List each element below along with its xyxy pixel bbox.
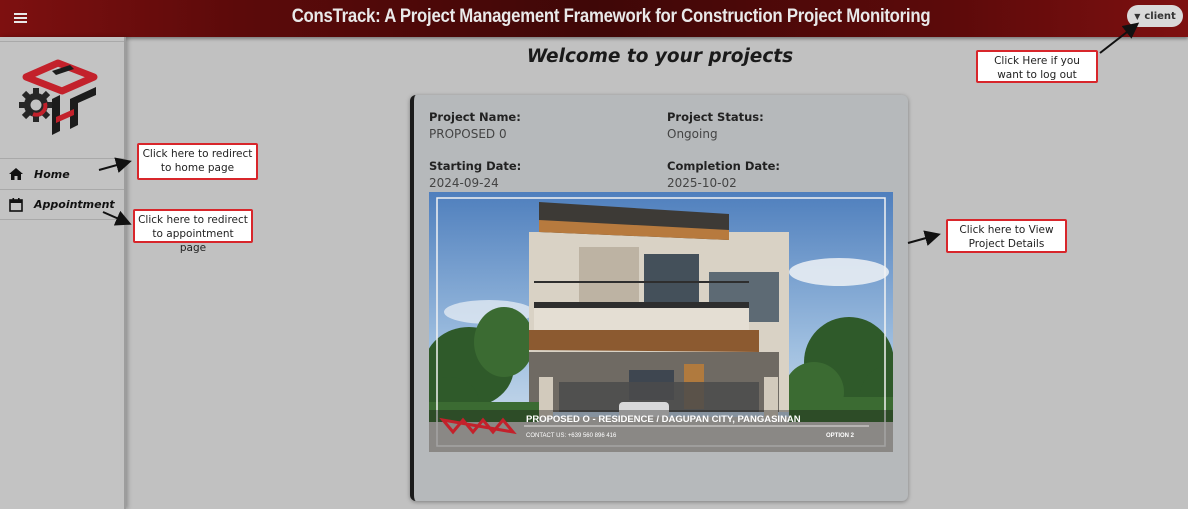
sidebar-item-home[interactable]: Home [0,158,124,189]
app-header: ConsTrack: A Project Management Framewor… [0,0,1188,37]
app-title: ConsTrack: A Project Management Framewor… [291,5,931,27]
image-contact: CONTACT US: +639 560 896 416 [526,433,617,439]
chevron-down-icon: ▼ [1134,11,1141,21]
image-caption: PROPOSED O - RESIDENCE / DAGUPAN CITY, P… [526,414,801,425]
sidebar-item-label: Appointment [34,198,115,211]
sidebar-item-label: Home [34,167,70,181]
project-name-value: PROPOSED 0 [429,127,507,141]
menu-icon[interactable] [12,9,34,27]
project-status-label: Project Status: [667,110,764,124]
starting-date-field: Starting Date: 2024-09-24 [429,159,521,190]
image-option: OPTION 2 [826,433,855,439]
annotation-project-details: Click here to View Project Details [946,219,1067,253]
calendar-icon [9,197,23,212]
project-status-field: Project Status: Ongoing [667,110,764,141]
completion-date-label: Completion Date: [667,159,781,173]
user-menu-button[interactable]: ▼ client [1127,5,1183,27]
completion-date-value: 2025-10-02 [667,176,737,190]
project-name-label: Project Name: [429,110,521,124]
annotation-logout: Click Here if you want to log out [976,50,1098,83]
user-label: client [1144,10,1176,22]
arrow-project-details [907,230,941,246]
starting-date-value: 2024-09-24 [429,176,499,190]
sidebar-divider [0,41,124,42]
home-icon [9,168,23,180]
project-status-value: Ongoing [667,127,718,141]
constrack-logo [19,59,98,135]
project-name-field: Project Name: PROPOSED 0 [429,110,521,141]
annotation-home: Click here to redirect to home page [137,143,258,180]
starting-date-label: Starting Date: [429,159,522,173]
completion-date-field: Completion Date: 2025-10-02 [667,159,780,190]
project-image: PROPOSED O - RESIDENCE / DAGUPAN CITY, P… [429,192,893,452]
project-card[interactable]: Project Name: PROPOSED 0 Project Status:… [410,95,908,501]
sidebar-item-appointment[interactable]: Appointment [0,189,124,220]
page-title: Welcome to your projects [526,46,794,67]
annotation-appointment: Click here to redirect to appointment pa… [133,209,253,254]
sidebar: Home Appointment [0,37,126,509]
